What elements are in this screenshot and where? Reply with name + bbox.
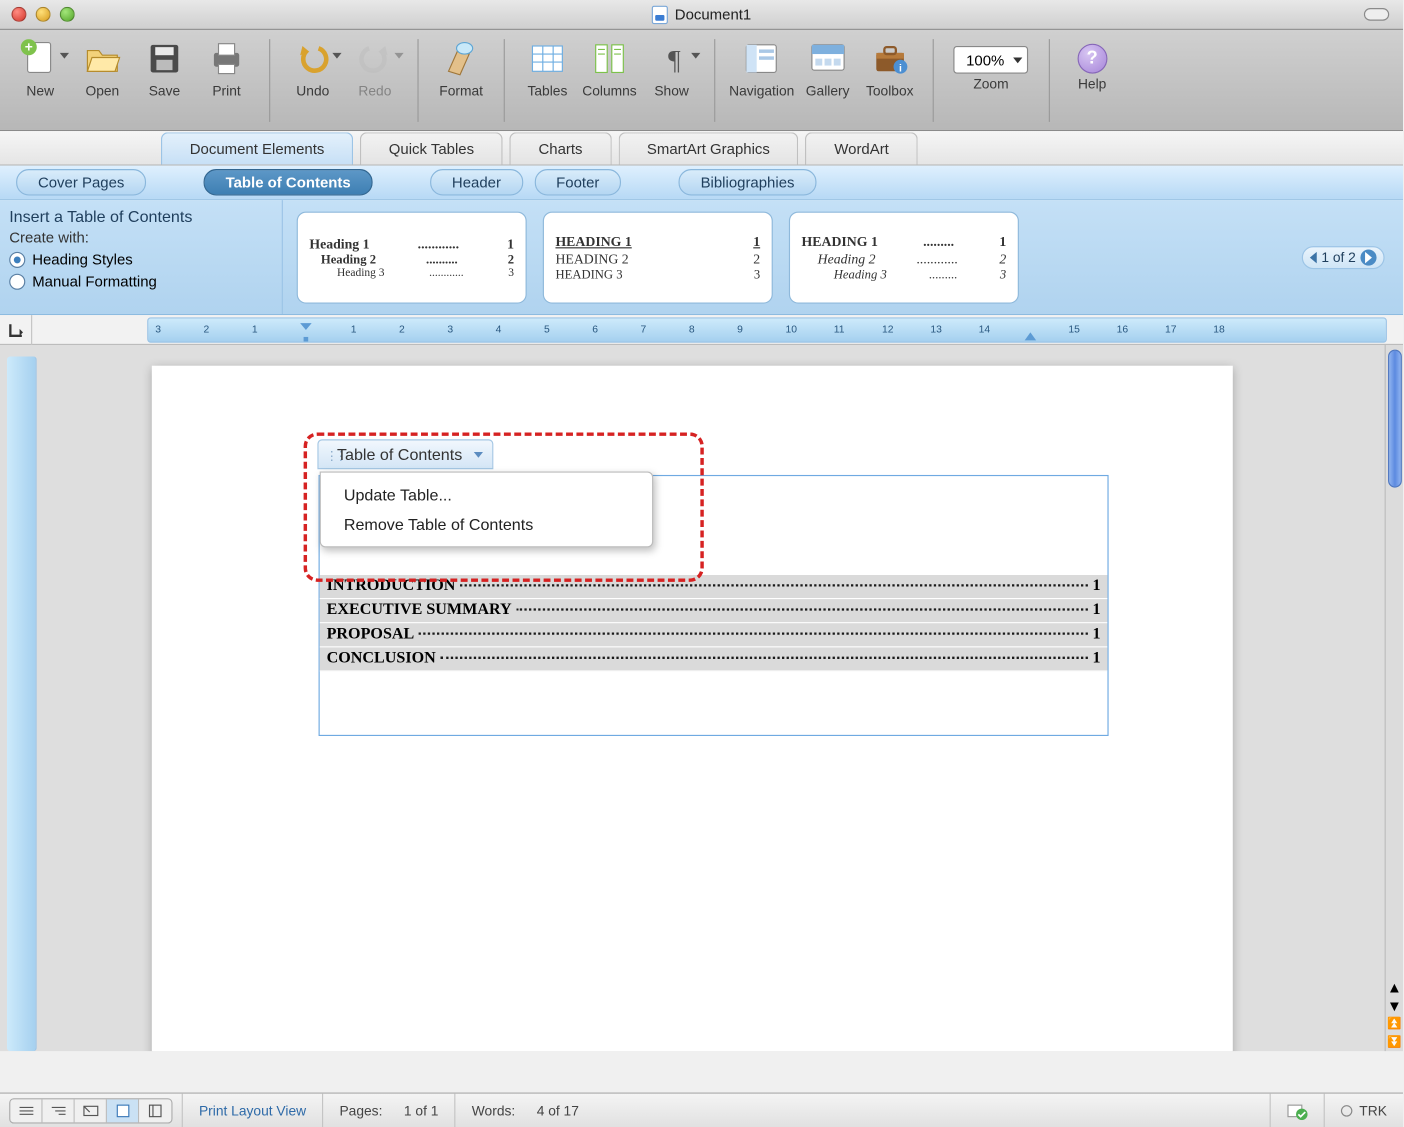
show-button[interactable]: ¶ Show <box>643 35 701 102</box>
chevron-right-icon <box>1365 251 1372 263</box>
tab-smartart[interactable]: SmartArt Graphics <box>618 132 798 164</box>
radio-icon <box>9 273 25 289</box>
undo-button[interactable]: Undo <box>284 35 342 102</box>
open-button[interactable]: Open <box>74 35 131 102</box>
toolbar-toggle-button[interactable] <box>1364 8 1389 21</box>
minimize-window-button[interactable] <box>36 7 51 22</box>
save-button[interactable]: Save <box>136 35 194 102</box>
zoom-control[interactable]: 100% Zoom <box>947 35 1034 95</box>
sub-bibliographies[interactable]: Bibliographies <box>679 169 817 195</box>
toc-dropdown-menu: Update Table... Remove Table of Contents <box>320 472 654 548</box>
toolbox-button[interactable]: i Toolbox <box>861 35 918 102</box>
scroll-thumb[interactable] <box>1388 350 1402 488</box>
chevron-down-icon <box>474 451 483 457</box>
toc-style-preview-3[interactable]: HEADING 1.........1 Heading 2...........… <box>789 211 1019 303</box>
toc-entry[interactable]: INTRODUCTION1 <box>320 575 1108 599</box>
page-count[interactable]: Pages: 1 of 1 <box>322 1094 454 1127</box>
grip-icon <box>325 445 332 463</box>
document-workspace: Table of Contents Update Table... Remove… <box>0 345 1403 1051</box>
standard-toolbar: + New Open Save Print Undo Redo Format <box>0 30 1403 131</box>
toc-entry[interactable]: PROPOSAL1 <box>320 623 1108 647</box>
help-button[interactable]: ? Help <box>1063 35 1121 95</box>
track-changes-status[interactable]: TRK <box>1324 1094 1403 1127</box>
view-switcher <box>9 1098 172 1123</box>
toc-handle[interactable]: Table of Contents <box>317 439 493 469</box>
close-window-button[interactable] <box>12 7 27 22</box>
view-draft[interactable] <box>10 1099 42 1122</box>
vertical-ruler[interactable] <box>7 357 37 1052</box>
toc-entry[interactable]: EXECUTIVE SUMMARY1 <box>320 599 1108 623</box>
next-page-icon[interactable]: ⏬ <box>1386 1033 1403 1051</box>
svg-text:¶: ¶ <box>668 44 681 75</box>
format-button[interactable]: Format <box>432 35 490 102</box>
word-count[interactable]: Words: 4 of 17 <box>455 1094 595 1127</box>
spelling-status[interactable] <box>1270 1094 1324 1127</box>
tab-quick-tables[interactable]: Quick Tables <box>360 132 503 164</box>
svg-text:+: + <box>25 40 33 55</box>
menu-update-table[interactable]: Update Table... <box>321 480 652 510</box>
toc-panel-title: Insert a Table of Contents <box>9 207 270 225</box>
gallery-pager[interactable]: 1 of 2 <box>1302 246 1385 269</box>
sub-cover-pages[interactable]: Cover Pages <box>16 169 146 195</box>
prev-page-icon[interactable]: ⏫ <box>1386 1014 1403 1032</box>
svg-text:i: i <box>899 63 902 74</box>
view-outline[interactable] <box>43 1099 75 1122</box>
ruler-row: 3 2 1 1 2 3 4 5 6 7 8 9 10 11 12 13 14 1… <box>0 315 1403 345</box>
radio-icon <box>9 251 25 267</box>
chevron-left-icon <box>1310 251 1317 263</box>
title-bar: Document1 <box>0 0 1403 30</box>
tab-charts[interactable]: Charts <box>510 132 612 164</box>
tab-selector[interactable] <box>0 315 32 345</box>
scroll-up-icon[interactable]: ▲ <box>1386 978 1403 996</box>
view-name-label: Print Layout View <box>182 1094 322 1127</box>
help-icon: ? <box>1077 44 1107 74</box>
document-icon <box>652 5 668 23</box>
tables-button[interactable]: Tables <box>519 35 577 102</box>
sub-ribbon: Cover Pages Table of Contents Header Foo… <box>0 166 1403 201</box>
columns-button[interactable]: Columns <box>581 35 639 102</box>
gallery-button[interactable]: Gallery <box>799 35 857 102</box>
zoom-window-button[interactable] <box>60 7 75 22</box>
print-button[interactable]: Print <box>198 35 255 102</box>
toc-style-preview-2[interactable]: HEADING 11 HEADING 22 HEADING 33 <box>543 211 773 303</box>
navigation-button[interactable]: Navigation <box>729 35 794 102</box>
window-title: Document1 <box>675 6 751 23</box>
tab-wordart[interactable]: WordArt <box>806 132 918 164</box>
tab-document-elements[interactable]: Document Elements <box>161 132 353 164</box>
menu-remove-toc[interactable]: Remove Table of Contents <box>321 509 652 539</box>
document-page[interactable]: Table of Contents Update Table... Remove… <box>152 366 1233 1051</box>
status-bar: Print Layout View Pages: 1 of 1 Words: 4… <box>0 1093 1403 1127</box>
toc-style-preview-1[interactable]: Heading 1............1 Heading 2........… <box>297 211 527 303</box>
redo-button[interactable]: Redo <box>346 35 404 102</box>
radio-heading-styles[interactable]: Heading Styles <box>9 251 270 268</box>
view-notebook[interactable] <box>139 1099 171 1122</box>
ribbon-tab-bar: Document Elements Quick Tables Charts Sm… <box>0 131 1403 166</box>
horizontal-ruler[interactable]: 3 2 1 1 2 3 4 5 6 7 8 9 10 11 12 13 14 1… <box>147 317 1387 342</box>
create-with-label: Create with: <box>9 229 270 246</box>
toc-entry[interactable]: CONCLUSION1 <box>320 647 1108 671</box>
sub-footer[interactable]: Footer <box>534 169 621 195</box>
scroll-down-icon[interactable]: ▼ <box>1386 996 1403 1014</box>
sub-header[interactable]: Header <box>430 169 523 195</box>
toc-entries: INTRODUCTION1 EXECUTIVE SUMMARY1 PROPOSA… <box>320 575 1108 734</box>
vertical-scrollbar[interactable]: ▲ ▼ ⏫ ⏬ <box>1385 345 1403 1051</box>
radio-manual-formatting[interactable]: Manual Formatting <box>9 273 270 290</box>
new-button[interactable]: + New <box>12 35 70 102</box>
sub-table-of-contents[interactable]: Table of Contents <box>204 169 373 195</box>
toc-gallery-panel: Insert a Table of Contents Create with: … <box>0 200 1403 315</box>
view-publishing[interactable] <box>75 1099 107 1122</box>
toc-field[interactable]: Table of Contents Update Table... Remove… <box>319 475 1109 736</box>
view-print-layout[interactable] <box>107 1099 139 1122</box>
